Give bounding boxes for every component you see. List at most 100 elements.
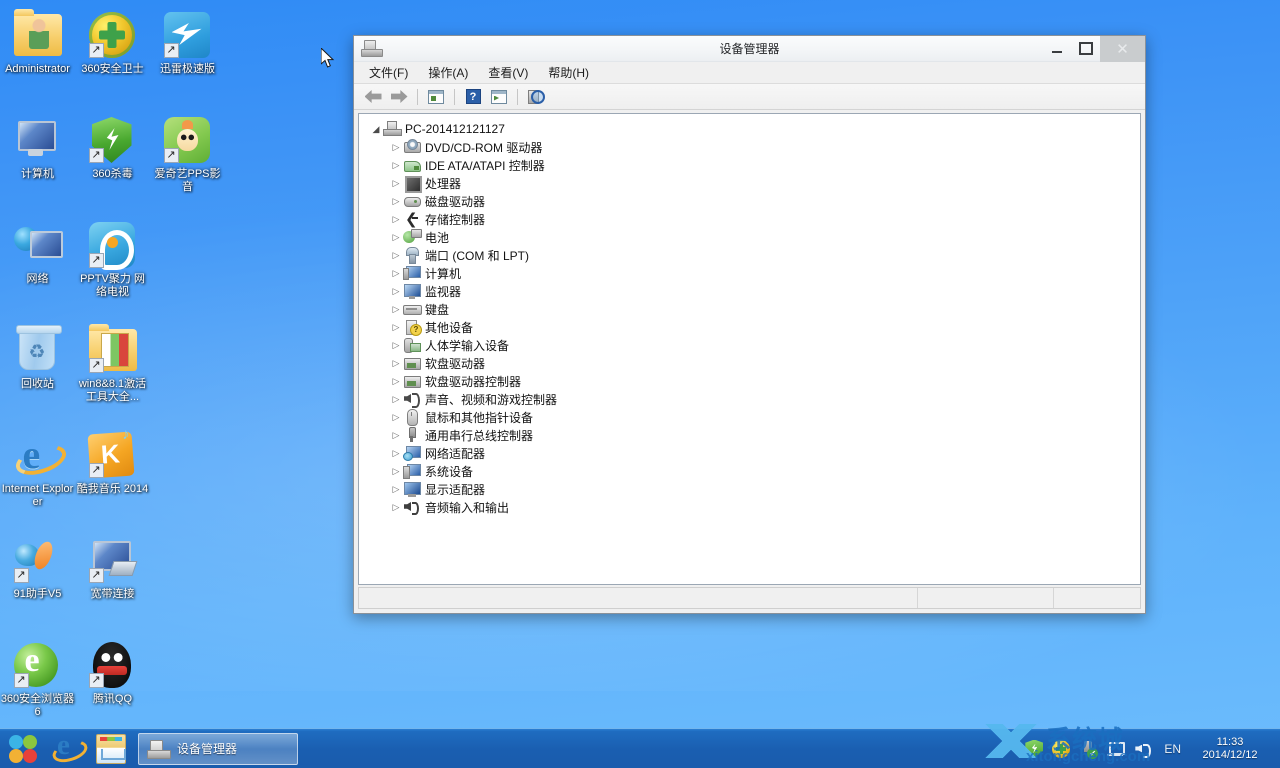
expand-arrow-closed-icon[interactable]: ▷ (389, 194, 403, 208)
expand-arrow-closed-icon[interactable]: ▷ (389, 230, 403, 244)
desktop-icon-folder[interactable]: win8&8.1激活工具大全... (75, 319, 150, 424)
tree-node-other-devices[interactable]: ▷ 其他设备 (365, 318, 1136, 336)
tree-node-floppy-controller[interactable]: ▷ 软盘驱动器控制器 (365, 372, 1136, 390)
expand-arrow-closed-icon[interactable]: ▷ (389, 176, 403, 190)
minimize-button[interactable] (1042, 36, 1071, 62)
clock[interactable]: 11:33 2014/12/12 (1194, 736, 1272, 762)
desktop[interactable]: Administrator 360安全卫士 迅雷极速版计算机 360杀毒 爱奇艺PPS影… (0, 0, 1280, 768)
window-menubar[interactable]: 文件(F) 操作(A) 查看(V) 帮助(H) (354, 62, 1145, 84)
expand-arrow-closed-icon[interactable]: ▷ (389, 500, 403, 514)
tree-node-label: PC-201412121127 (405, 122, 505, 136)
expand-arrow-closed-icon[interactable]: ▷ (389, 212, 403, 226)
desktop-icon-computer[interactable]: 计算机 (0, 109, 75, 214)
expand-arrow-closed-icon[interactable]: ▷ (389, 248, 403, 262)
tree-node-computer[interactable]: ▷ 计算机 (365, 264, 1136, 282)
expand-arrow-closed-icon[interactable]: ▷ (389, 320, 403, 334)
language-indicator[interactable]: EN (1160, 742, 1185, 756)
expand-arrow-closed-icon[interactable]: ▷ (389, 446, 403, 460)
forward-arrow-icon[interactable] (388, 86, 410, 108)
menu-help[interactable]: 帮助(H) (539, 63, 598, 83)
taskbar[interactable]: 设备管理器 EN 11:33 2014/12/12 (0, 728, 1280, 768)
safely-remove-hardware-icon[interactable] (1079, 740, 1099, 759)
desktop-icon-network[interactable]: 网络 (0, 214, 75, 319)
expand-arrow-closed-icon[interactable]: ▷ (389, 266, 403, 280)
network-tray-icon[interactable] (1106, 740, 1126, 758)
menu-action[interactable]: 操作(A) (419, 63, 477, 83)
desktop-icon-recycle-bin[interactable]: 回收站 (0, 319, 75, 424)
desktop-icon-tencent-qq[interactable]: 腾讯QQ (75, 634, 150, 739)
tree-node-label: 网络适配器 (425, 446, 486, 461)
desktop-icon-360-safe-guard[interactable]: 360安全卫士 (75, 4, 150, 109)
tree-node-processor[interactable]: ▷ 处理器 (365, 174, 1136, 193)
tree-node-sound-video-game-controller[interactable]: ▷ 声音、视频和游戏控制器 (365, 390, 1136, 408)
expand-arrow-closed-icon[interactable]: ▷ (389, 302, 403, 316)
expand-arrow-open-icon[interactable]: ◢ (369, 122, 383, 136)
system-tray[interactable]: EN 11:33 2014/12/12 (1025, 729, 1280, 768)
close-button[interactable]: ✕ (1100, 35, 1145, 62)
menu-view[interactable]: 查看(V) (479, 63, 537, 83)
tree-node-ports[interactable]: ▷ 端口 (COM 和 LPT) (365, 246, 1136, 264)
expand-arrow-closed-icon[interactable]: ▷ (389, 338, 403, 352)
tree-node-label: 监视器 (425, 284, 462, 299)
360-safe-guard-tray-icon[interactable] (1052, 739, 1071, 758)
tree-node-battery[interactable]: ▷ 电池 (365, 228, 1136, 246)
back-arrow-icon[interactable] (362, 86, 384, 108)
scan-hardware-changes-icon[interactable] (525, 86, 547, 108)
desktop-icon-91-assistant[interactable]: 91助手V5 (0, 529, 75, 634)
desktop-icon-broadband-connection[interactable]: 宽带连接 (75, 529, 150, 634)
expand-arrow-closed-icon[interactable]: ▷ (389, 158, 403, 172)
properties-icon[interactable] (488, 86, 510, 108)
360-antivirus-tray-icon[interactable] (1025, 739, 1044, 758)
desktop-icon-kuwo-music[interactable]: 酷我音乐 2014 (75, 424, 150, 529)
menu-file[interactable]: 文件(F) (360, 63, 417, 83)
internet-explorer-icon[interactable] (52, 729, 82, 764)
window-toolbar[interactable]: ? (354, 84, 1145, 110)
tree-node-keyboard[interactable]: ▷ 键盘 (365, 300, 1136, 318)
desktop-icon-360-browser[interactable]: 360安全浏览器6 (0, 634, 75, 739)
tree-node-dvd-drive[interactable]: ▷ DVD/CD-ROM 驱动器 (365, 138, 1136, 156)
taskbar-button-label: 设备管理器 (177, 742, 238, 756)
desktop-icon-thunder-download[interactable]: 迅雷极速版 (150, 4, 225, 109)
tree-node-mouse-pointing-devices[interactable]: ▷ 鼠标和其他指针设备 (365, 408, 1136, 426)
device-tree[interactable]: ◢ PC-201412121127 ▷ DVD/CD-ROM 驱动器 ▷ IDE ATA/… (358, 113, 1141, 585)
tree-node-monitor[interactable]: ▷ 监视器 (365, 282, 1136, 300)
expand-arrow-closed-icon[interactable]: ▷ (389, 374, 403, 388)
tree-node-hid-devices[interactable]: ▷ 人体学输入设备 (365, 336, 1136, 354)
tree-node-floppy-drive[interactable]: ▷ 软盘驱动器 (365, 354, 1136, 372)
tree-node-disk-drive[interactable]: ▷ 磁盘驱动器 (365, 192, 1136, 210)
expand-arrow-closed-icon[interactable]: ▷ (389, 284, 403, 298)
device-manager-window[interactable]: 设备管理器 ✕ 文件(F) 操作(A) 查看(V) 帮助(H) ? ◢ PC-20141… (353, 35, 1146, 614)
desktop-icon-user-folder[interactable]: Administrator (0, 4, 75, 109)
tree-node-label: 端口 (COM 和 LPT) (425, 248, 529, 263)
expand-arrow-closed-icon[interactable]: ▷ (389, 428, 403, 442)
expand-arrow-closed-icon[interactable]: ▷ (389, 140, 403, 154)
device-manager-icon (361, 39, 383, 58)
tree-node-root[interactable]: ◢ PC-201412121127 (365, 120, 1136, 138)
maximize-button[interactable] (1071, 36, 1100, 62)
desktop-icon-pptv[interactable]: PPTV聚力 网络电视 (75, 214, 150, 319)
window-titlebar[interactable]: 设备管理器 ✕ (354, 35, 1145, 62)
expand-arrow-closed-icon[interactable]: ▷ (389, 464, 403, 478)
expand-arrow-closed-icon[interactable]: ▷ (389, 482, 403, 496)
expand-arrow-closed-icon[interactable]: ▷ (389, 356, 403, 370)
tree-node-storage-controller[interactable]: ▷ 存储控制器 (365, 210, 1136, 228)
tree-node-display-adapter[interactable]: ▷ 显示适配器 (365, 480, 1136, 498)
taskbar-button-device-manager[interactable]: 设备管理器 (138, 732, 298, 765)
show-console-tree-icon[interactable] (425, 86, 447, 108)
volume-tray-icon[interactable] (1133, 740, 1152, 758)
desktop-icon-360-antivirus[interactable]: 360杀毒 (75, 109, 150, 214)
file-explorer-icon[interactable] (96, 733, 126, 764)
tree-node-system-devices[interactable]: ▷ 系统设备 (365, 462, 1136, 480)
separator-2 (454, 88, 455, 105)
tree-node-usb-controller[interactable]: ▷ 通用串行总线控制器 (365, 426, 1136, 444)
start-orb-icon[interactable] (8, 734, 38, 764)
tree-node-network-adapter[interactable]: ▷ 网络适配器 (365, 444, 1136, 462)
tree-node-ide-controller[interactable]: ▷ IDE ATA/ATAPI 控制器 (365, 156, 1136, 174)
expand-arrow-closed-icon[interactable]: ▷ (389, 392, 403, 406)
expand-arrow-closed-icon[interactable]: ▷ (389, 410, 403, 424)
help-icon[interactable]: ? (462, 86, 484, 108)
desktop-icon-iqiyi-pps[interactable]: 爱奇艺PPS影音 (150, 109, 225, 214)
desktop-icon-internet-explorer[interactable]: Internet Explorer (0, 424, 75, 529)
tree-node-audio-io[interactable]: ▷ 音频输入和输出 (365, 498, 1136, 516)
quick-launch-bar[interactable] (0, 729, 126, 764)
